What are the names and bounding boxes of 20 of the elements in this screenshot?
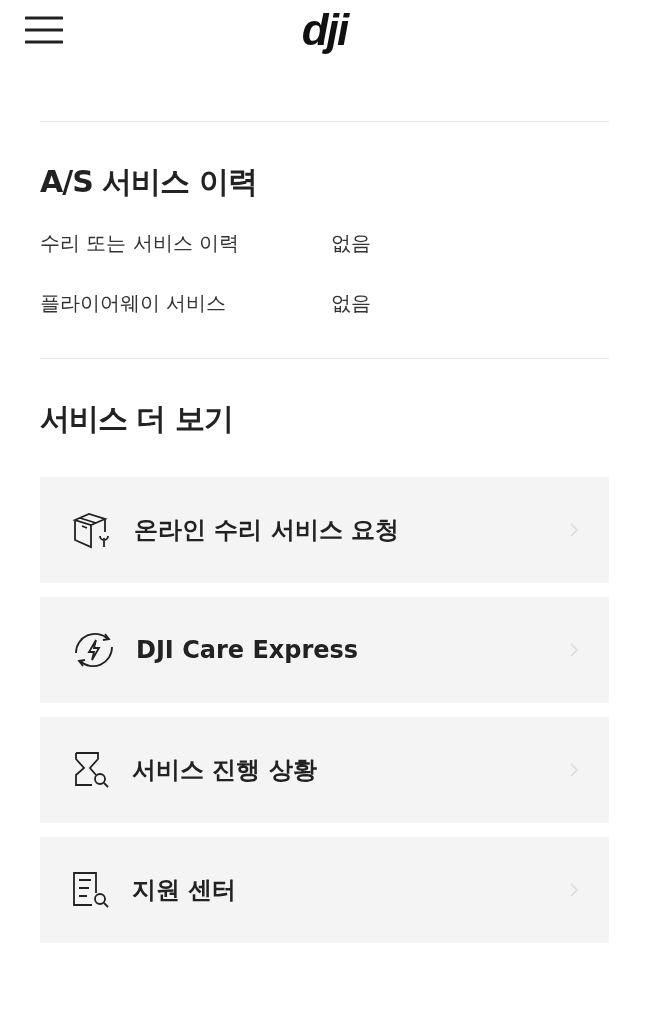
chevron-icon: [569, 762, 579, 778]
service-card[interactable]: 온라인 수리 서비스 요청: [40, 477, 609, 583]
chevron-icon: [569, 522, 579, 538]
row-label: 수리 또는 서비스 이력: [40, 230, 241, 257]
row-value: 없음: [331, 290, 371, 317]
card-label: DJI Care Express: [136, 636, 360, 664]
menu-icon[interactable]: [25, 15, 63, 45]
row-value: 없음: [331, 230, 371, 257]
card-label: 지원 센터: [132, 875, 238, 906]
service-card[interactable]: DJI Care Express: [40, 597, 609, 703]
card-label: 온라인 수리 서비스 요청: [134, 515, 401, 546]
card-label: 서비스 진행 상황: [132, 755, 318, 786]
service-card[interactable]: 서비스 진행 상황: [40, 717, 609, 823]
chevron-icon: [569, 642, 579, 658]
section-title: 서비스 더 보기: [40, 401, 234, 437]
logo[interactable]: dji: [301, 8, 348, 52]
section-title: A/S 서비스 이력: [40, 164, 258, 200]
chevron-icon: [569, 882, 579, 898]
service-card[interactable]: 지원 센터: [40, 837, 609, 943]
row-label: 플라이어웨이 서비스: [40, 290, 228, 317]
